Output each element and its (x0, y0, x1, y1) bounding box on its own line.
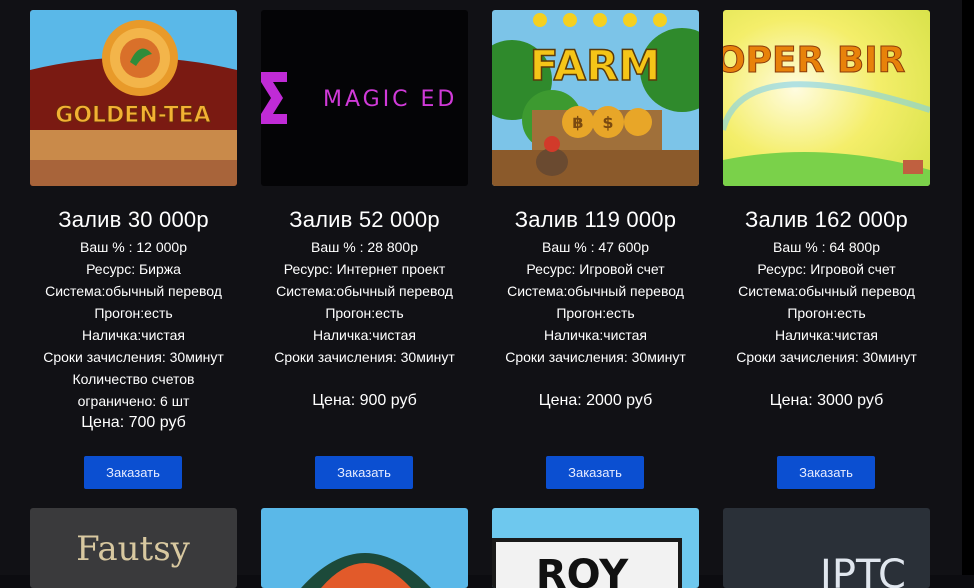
card-details: Ваш % : 28 800р Ресурс: Интернет проект … (261, 236, 468, 412)
order-button[interactable]: Заказать (777, 456, 875, 489)
product-card: ฿ $ FARM Залив 119 000р Ваш % : 47 600р … (492, 10, 699, 489)
product-image-farm[interactable]: ฿ $ FARM (492, 10, 699, 186)
product-image-fautsy[interactable]: Fautsy (30, 508, 237, 588)
product-image[interactable] (261, 508, 468, 588)
timing-line: Сроки зачисления: 30минут (274, 349, 455, 365)
accounts-line: Количество счетов (72, 371, 195, 387)
resource-line: Ресурс: Игровой счет (526, 261, 665, 277)
order-button[interactable]: Заказать (315, 456, 413, 489)
price-label: Цена: 900 руб (312, 392, 417, 409)
deposit-title: Залив 119 000р (514, 207, 677, 232)
catalog-page: GOLDEN-TEA Залив 30 000р Ваш % : 12 000р… (0, 0, 962, 588)
cash-line: Наличка:чистая (312, 327, 417, 343)
product-card: MAGIC ED Залив 52 000р Ваш % : 28 800р Р… (261, 10, 468, 489)
system-line: Система:обычный перевод (276, 283, 453, 299)
timing-line: Сроки зачисления: 30минут (736, 349, 917, 365)
resource-line: Ресурс: Биржа (86, 261, 181, 277)
image-caption: ROY (536, 552, 629, 588)
scroll-edge (962, 0, 974, 575)
card-details: Ваш % : 12 000р Ресурс: Биржа Система:об… (30, 236, 237, 434)
deposit-title: Залив 162 000р (744, 207, 908, 232)
dollar-icon: $ (602, 113, 613, 132)
product-image-golden-tea[interactable]: GOLDEN-TEA (30, 10, 237, 186)
resource-line: Ресурс: Интернет проект (283, 261, 446, 277)
run-line: Прогон:есть (94, 305, 173, 321)
order-button[interactable]: Заказать (84, 456, 182, 489)
system-line: Система:обычный перевод (45, 283, 222, 299)
percent-line: Ваш % : 64 800р (773, 239, 880, 255)
cash-line: Наличка:чистая (774, 327, 879, 343)
run-line: Прогон:есть (556, 305, 635, 321)
product-image-roy[interactable]: ROY (492, 508, 699, 588)
run-line: Прогон:есть (325, 305, 404, 321)
price-label: Цена: 2000 руб (538, 392, 653, 409)
order-button[interactable]: Заказать (546, 456, 644, 489)
system-line: Система:обычный перевод (738, 283, 915, 299)
timing-line: Сроки зачисления: 30минут (505, 349, 686, 365)
deposit-title: Залив 30 000р (58, 207, 209, 232)
cash-line: Наличка:чистая (81, 327, 186, 343)
system-line: Система:обычный перевод (507, 283, 684, 299)
product-image-magic-ed[interactable]: MAGIC ED (261, 10, 468, 186)
product-image-super-bird[interactable]: OPER BIR (723, 10, 930, 186)
accounts-limit-line: ограничено: 6 шт (77, 393, 190, 409)
card-details: Ваш % : 64 800р Ресурс: Игровой счет Сис… (723, 236, 930, 412)
run-line: Прогон:есть (787, 305, 866, 321)
image-caption: GOLDEN-TEA (55, 103, 210, 128)
bitcoin-icon: ฿ (572, 113, 583, 132)
card-details: Ваш % : 47 600р Ресурс: Игровой счет Сис… (492, 236, 699, 412)
product-image-iptc[interactable]: IPTC (723, 508, 930, 588)
product-card: OPER BIR Залив 162 000р Ваш % : 64 800р … (723, 10, 930, 489)
cash-line: Наличка:чистая (543, 327, 648, 343)
image-caption: IPTC (820, 552, 906, 588)
timing-line: Сроки зачисления: 30минут (43, 349, 224, 365)
image-caption: FARM (530, 41, 661, 90)
image-caption: MAGIC ED (323, 87, 457, 112)
percent-line: Ваш % : 28 800р (311, 239, 418, 255)
deposit-title: Залив 52 000р (289, 207, 440, 232)
price-label: Цена: 3000 руб (769, 392, 884, 409)
product-card: GOLDEN-TEA Залив 30 000р Ваш % : 12 000р… (30, 10, 237, 489)
resource-line: Ресурс: Игровой счет (757, 261, 896, 277)
image-caption: OPER BIR (723, 40, 905, 81)
image-caption: Fautsy (76, 529, 191, 569)
percent-line: Ваш % : 12 000р (80, 239, 187, 255)
price-label: Цена: 700 руб (81, 414, 186, 431)
percent-line: Ваш % : 47 600р (542, 239, 649, 255)
